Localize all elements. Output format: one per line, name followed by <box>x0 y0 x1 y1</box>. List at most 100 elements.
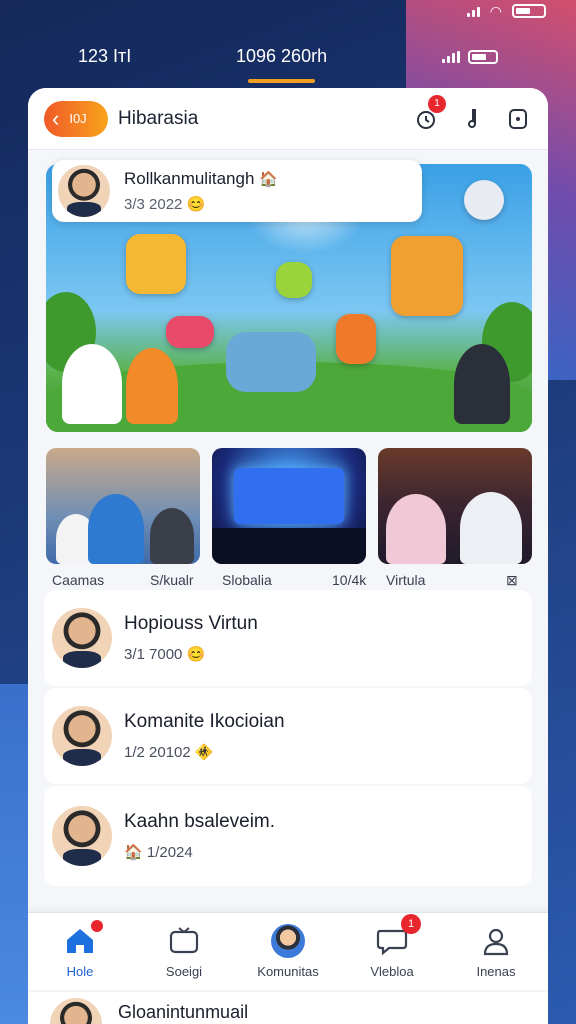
app-card: ‹ I0J Hibarasia 1 Rollkanmulitangh 🏠 3/3… <box>28 88 548 1024</box>
back-badge-text: I0J <box>69 111 87 126</box>
thumb-person <box>150 508 194 564</box>
avatar <box>50 704 114 768</box>
thumb-label: 10/4k <box>332 572 367 588</box>
list-item-date: 1/2024 <box>146 844 193 861</box>
house-emoji-icon: 🏠 <box>259 171 278 188</box>
thumb-person <box>88 494 144 564</box>
list-item-meta: 🏠 1/2024 <box>124 843 275 861</box>
nav-profile[interactable]: Inenas <box>448 924 544 979</box>
list-item-name: Kaahn bsaleveim. <box>124 811 276 832</box>
stage-screen <box>234 468 344 524</box>
profile-icon <box>479 924 513 958</box>
top-left-text: 123 IтI <box>78 46 132 66</box>
game-phone <box>336 314 376 364</box>
post-header-text: Rollkanmulitangh 🏠 3/3 2022 😊 <box>124 169 278 213</box>
game-tile <box>276 262 312 298</box>
house-emoji-icon: 🏠 <box>124 844 143 861</box>
notification-badge: 1 <box>428 94 446 113</box>
signal-icon <box>466 5 480 17</box>
status-bar: ◠ <box>0 0 576 22</box>
projector-icon <box>464 180 504 220</box>
top-center-tab[interactable]: 1096 260rh <box>236 46 327 83</box>
person-2 <box>126 348 178 424</box>
list-item[interactable]: Kaahn bsaleveim. 🏠 1/2024 <box>44 786 532 886</box>
game-bubble-right <box>391 236 463 316</box>
chevron-left-icon: ‹ <box>52 105 60 131</box>
signal-icon <box>442 51 460 63</box>
person-3 <box>226 332 316 392</box>
notification-bell-icon[interactable]: 1 <box>412 94 446 133</box>
nav-messages[interactable]: 1 Vlebloa <box>344 914 440 979</box>
post-header[interactable]: Rollkanmulitangh 🏠 3/3 2022 😊 <box>52 160 422 222</box>
community-avatar-icon <box>271 924 305 958</box>
thumbnail-2[interactable] <box>212 448 366 564</box>
smile-emoji-icon: 😊 <box>186 196 206 213</box>
wifi-icon: ◠ <box>489 2 502 19</box>
battery-icon <box>512 4 546 18</box>
post-author-name: Rollkanmulitangh <box>124 169 255 188</box>
list-item-text: Komanite Ikocioian 1/2 20102 🚸 <box>124 711 285 761</box>
smile-emoji-icon: 😊 <box>186 646 206 663</box>
nav-label: Soeigi <box>165 964 203 979</box>
home-notification-dot <box>91 920 103 932</box>
person-1 <box>62 344 122 424</box>
post-date-text: 3/3 2022 <box>124 196 183 213</box>
post-date: 3/3 2022 😊 <box>124 195 278 213</box>
thumbnail-row <box>46 448 532 564</box>
thumb-label: Virtula <box>386 572 426 588</box>
thumb-label: S/kualr <box>150 572 194 588</box>
bookmark-icon[interactable] <box>504 105 532 133</box>
music-note-icon[interactable] <box>458 105 486 133</box>
nav-label: Inenas <box>476 964 516 979</box>
home-icon <box>63 920 103 958</box>
list-item-meta: 3/1 7000 😊 <box>124 645 258 663</box>
page-title: Hibarasia <box>118 107 199 129</box>
back-button[interactable]: ‹ I0J <box>44 100 108 137</box>
nav-social[interactable]: Soeigi <box>136 924 232 979</box>
person-4 <box>454 344 510 424</box>
nav-label: Vlebloa <box>370 964 414 979</box>
list-item-date: 3/1 7000 <box>124 646 183 663</box>
peek-item-name: Gloanintunmuail <box>118 1001 249 1022</box>
list-item-text: Hopiouss Virtun 3/1 7000 😊 <box>124 613 258 663</box>
top-right-status <box>442 50 498 64</box>
close-square-icon[interactable]: ⊠ <box>506 572 518 589</box>
list-item[interactable]: Komanite Ikocioian 1/2 20102 🚸 <box>44 688 532 784</box>
sign-emoji-icon: 🚸 <box>194 744 214 761</box>
game-card <box>166 316 214 348</box>
peek-list-item[interactable]: Gloanintunmuail <box>28 992 548 1024</box>
list-item-text: Kaahn bsaleveim. 🏠 1/2024 <box>124 811 275 861</box>
game-bubble-left <box>126 234 186 294</box>
list-item-meta: 1/2 20102 🚸 <box>124 743 285 761</box>
app-header: ‹ I0J Hibarasia 1 <box>28 88 548 150</box>
community-avatar <box>271 924 305 958</box>
list-item-name: Hopiouss Virtun <box>124 613 258 634</box>
list-item[interactable]: Hopiouss Virtun 3/1 7000 😊 <box>44 590 532 686</box>
crowd <box>212 528 366 564</box>
nav-label: Hole <box>66 964 94 979</box>
nav-home[interactable]: Hole <box>32 920 128 979</box>
tv-icon <box>167 924 201 958</box>
nav-label: Komunitas <box>257 964 319 979</box>
message-badge: 1 <box>401 914 421 934</box>
battery-icon <box>468 50 498 64</box>
list-item-name: Komanite Ikocioian <box>124 711 285 732</box>
thumbnail-1[interactable] <box>46 448 200 564</box>
thumb-person <box>386 494 446 564</box>
thumbnail-3[interactable] <box>378 448 532 564</box>
top-info-row: 123 IтI 1096 260rh <box>0 46 576 83</box>
thumb-label: Caamas <box>52 572 105 588</box>
post-author: Rollkanmulitangh 🏠 <box>124 169 278 189</box>
thumb-person <box>460 492 522 564</box>
avatar <box>50 804 114 868</box>
bottom-navigation: Hole Soeigi Komunitas 1 Vlebloa Inenas <box>28 912 548 990</box>
avatar <box>48 996 104 1024</box>
header-actions: 1 <box>412 94 532 133</box>
thumb-label: Slobalia <box>222 572 272 588</box>
avatar <box>50 606 114 670</box>
chat-icon: 1 <box>375 914 421 958</box>
list-item-date: 1/2 20102 <box>124 744 191 761</box>
avatar <box>56 163 112 219</box>
nav-community[interactable]: Komunitas <box>240 924 336 979</box>
thumbnail-labels: Caamas S/kualr Slobalia 10/4k Virtula ⊠ <box>50 572 530 592</box>
